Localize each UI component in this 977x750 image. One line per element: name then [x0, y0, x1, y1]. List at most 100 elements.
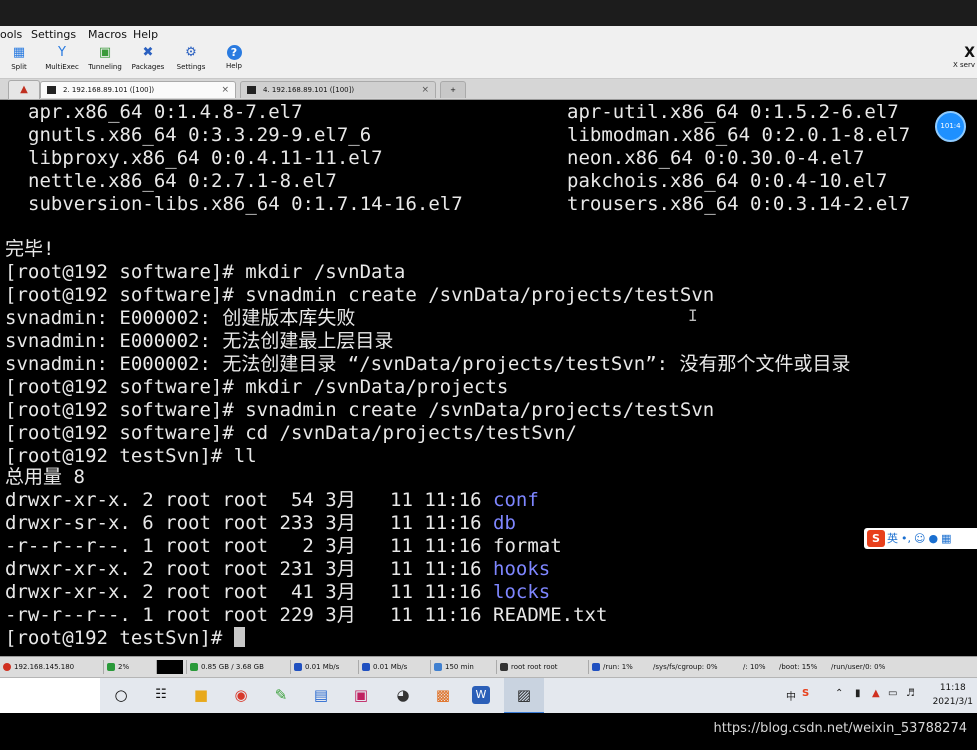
status-users-text: root root root [511, 663, 558, 671]
search-circle-icon[interactable]: ○ [110, 684, 132, 706]
terminal-line: pakchois.x86_64 0:0.4-10.el7 [567, 170, 888, 192]
mobaxterm-icon[interactable]: ▨ [513, 684, 535, 706]
voice-icon[interactable]: ● [928, 532, 938, 545]
session-tab-4[interactable]: 4. 192.168.89.101 ([100]) × [240, 81, 436, 98]
ime-toolbar[interactable]: S 英 •, ☺ ● ▦ [864, 528, 977, 549]
session-tab-label: 4. 192.168.89.101 ([100]) [263, 86, 355, 94]
listing-name: hooks [493, 558, 551, 580]
help-button[interactable]: ? Help [213, 45, 255, 70]
listing-row: drwxr-xr-x. 2 root root 231 3月 11 11:16 … [5, 558, 550, 581]
close-icon[interactable]: × [221, 82, 229, 99]
terminal-line: apr-util.x86_64 0:1.5.2-6.el7 [567, 101, 899, 123]
listing-meta: drwxr-xr-x. 2 root root 231 3月 11 11:16 [5, 558, 493, 580]
terminal-line: nettle.x86_64 0:2.7.1-8.el7 [28, 170, 337, 192]
taskbar-clock[interactable]: 11:18 2021/3/1 [933, 681, 973, 709]
home-tab[interactable]: ▲ [8, 80, 40, 100]
text-cursor [233, 627, 245, 647]
input-lang-label: 中 [786, 692, 796, 703]
home-icon: ▲ [20, 84, 28, 95]
status-disk: /run/user/0: 0% [828, 660, 885, 674]
status-bar: 192.168.145.180 2% 0.85 GB / 3.68 GB 0.0… [0, 656, 977, 677]
status-cpu-text: 2% [118, 663, 130, 671]
terminal-line: [root@192 software]# mkdir /svnData [5, 261, 406, 283]
file-explorer-icon[interactable]: ■ [190, 684, 212, 706]
menu-settings[interactable]: Settings [31, 28, 76, 41]
tunneling-button[interactable]: ▣ Tunneling [84, 45, 126, 71]
status-disk-text: /boot: 15% [779, 663, 818, 671]
uptime-icon [434, 663, 442, 671]
keyboard-icon[interactable]: ▦ [941, 532, 951, 545]
status-upload: 0.01 Mb/s [290, 660, 339, 674]
network-tray-icon[interactable]: ▮ [855, 688, 861, 699]
security-tray-icon[interactable]: ▲ [872, 688, 880, 699]
window-top-strip [0, 0, 977, 26]
terminal-line: trousers.x86_64 0:0.3.14-2.el7 [567, 193, 911, 215]
terminal-line: [root@192 software]# mkdir /svnData/proj… [5, 376, 509, 398]
multiexec-button[interactable]: Y MultiExec [41, 45, 83, 71]
chrome-icon[interactable]: ◉ [230, 684, 252, 706]
menu-bar: ools Settings Macros Help [0, 26, 977, 44]
status-disk-text: /run/user/0: 0% [831, 663, 886, 671]
listing-row: -r--r--r--. 1 root root 2 3月 11 11:16 fo… [5, 535, 562, 558]
help-label: Help [226, 62, 242, 70]
clock-date: 2021/3/1 [932, 697, 973, 707]
status-memory: 0.85 GB / 3.68 GB [186, 660, 264, 674]
packages-button[interactable]: ✖ Packages [127, 45, 169, 71]
display-tray-icon[interactable]: ▭ [888, 688, 897, 699]
floating-bubble[interactable]: 101:4 [935, 111, 966, 142]
browser-icon[interactable]: ◕ [392, 684, 414, 706]
punctuation-icon[interactable]: •, [901, 532, 911, 545]
listing-name: format [493, 535, 562, 557]
input-lang-indicator[interactable]: 中 [786, 688, 796, 703]
listing-meta: -r--r--r--. 1 root root 2 3月 11 11:16 [5, 535, 493, 557]
task-view-icon[interactable]: ☷ [150, 684, 172, 706]
clock-time: 11:18 [939, 683, 966, 693]
notepad-plus-icon[interactable]: ✎ [270, 684, 292, 706]
help-icon: ? [226, 45, 242, 60]
ime-lang-label[interactable]: 英 [887, 532, 898, 545]
settings-icon: ⚙ [185, 45, 197, 60]
sogou-icon: S [867, 530, 885, 547]
menu-help[interactable]: Help [133, 28, 158, 41]
sogou-tray-icon[interactable]: S [802, 688, 809, 699]
terminal-line: subversion-libs.x86_64 0:1.7.14-16.el7 [28, 193, 463, 215]
listing-row: drwxr-sr-x. 6 root root 233 3月 11 11:16 … [5, 512, 516, 535]
taskbar-search-area[interactable] [0, 678, 100, 714]
terminal[interactable]: apr.x86_64 0:1.4.8-7.el7 gnutls.x86_64 0… [0, 100, 977, 656]
settings-button[interactable]: ⚙ Settings [170, 45, 212, 71]
listing-name: locks [493, 581, 551, 603]
listing-row: drwxr-xr-x. 2 root root 54 3月 11 11:16 c… [5, 489, 539, 512]
office-icon[interactable]: ▩ [432, 684, 454, 706]
status-uptime: 150 min [430, 660, 474, 674]
remote-desktop-icon[interactable]: ▤ [310, 684, 332, 706]
word-icon[interactable]: W [472, 686, 490, 704]
close-icon[interactable]: × [421, 82, 429, 99]
prompt-text: [root@192 testSvn]# [5, 627, 234, 649]
status-memory-text: 0.85 GB / 3.68 GB [201, 663, 264, 671]
listing-meta: drwxr-sr-x. 6 root root 233 3月 11 11:16 [5, 512, 493, 534]
status-download: 0.01 Mb/s [358, 660, 407, 674]
new-tab-button[interactable]: + [440, 81, 466, 98]
listing-meta: drwxr-xr-x. 2 root root 41 3月 11 11:16 [5, 581, 493, 603]
status-ip-text: 192.168.145.180 [14, 663, 75, 671]
emoji-icon[interactable]: ☺ [914, 532, 925, 545]
volume-tray-icon[interactable]: ♬ [906, 688, 915, 699]
menu-macros[interactable]: Macros [88, 28, 127, 41]
new-tab-icon: + [450, 86, 456, 94]
prompt-line[interactable]: [root@192 testSvn]# [5, 627, 245, 650]
status-cpu-graph [156, 660, 183, 674]
host-icon [3, 663, 11, 671]
xserver-icon: X [964, 45, 975, 61]
session-tab-2[interactable]: 2. 192.168.89.101 ([100]) × [40, 81, 236, 98]
terminal-line: gnutls.x86_64 0:3.3.29-9.el7_6 [28, 124, 372, 146]
terminal-line: libmodman.x86_64 0:2.0.1-8.el7 [567, 124, 911, 146]
terminal-line: neon.x86_64 0:0.30.0-4.el7 [567, 147, 865, 169]
split-button[interactable]: ▦ Split [0, 45, 40, 71]
show-hidden-icons[interactable]: ⌃ [835, 688, 843, 699]
status-download-text: 0.01 Mb/s [373, 663, 408, 671]
xserver-button[interactable]: XX serv [953, 45, 975, 69]
menu-tools[interactable]: ools [0, 28, 22, 41]
listing-meta: -rw-r--r--. 1 root root 229 3月 11 11:16 [5, 604, 493, 626]
mouse-ibeam-icon: I [688, 306, 698, 325]
app-icon[interactable]: ▣ [350, 684, 372, 706]
